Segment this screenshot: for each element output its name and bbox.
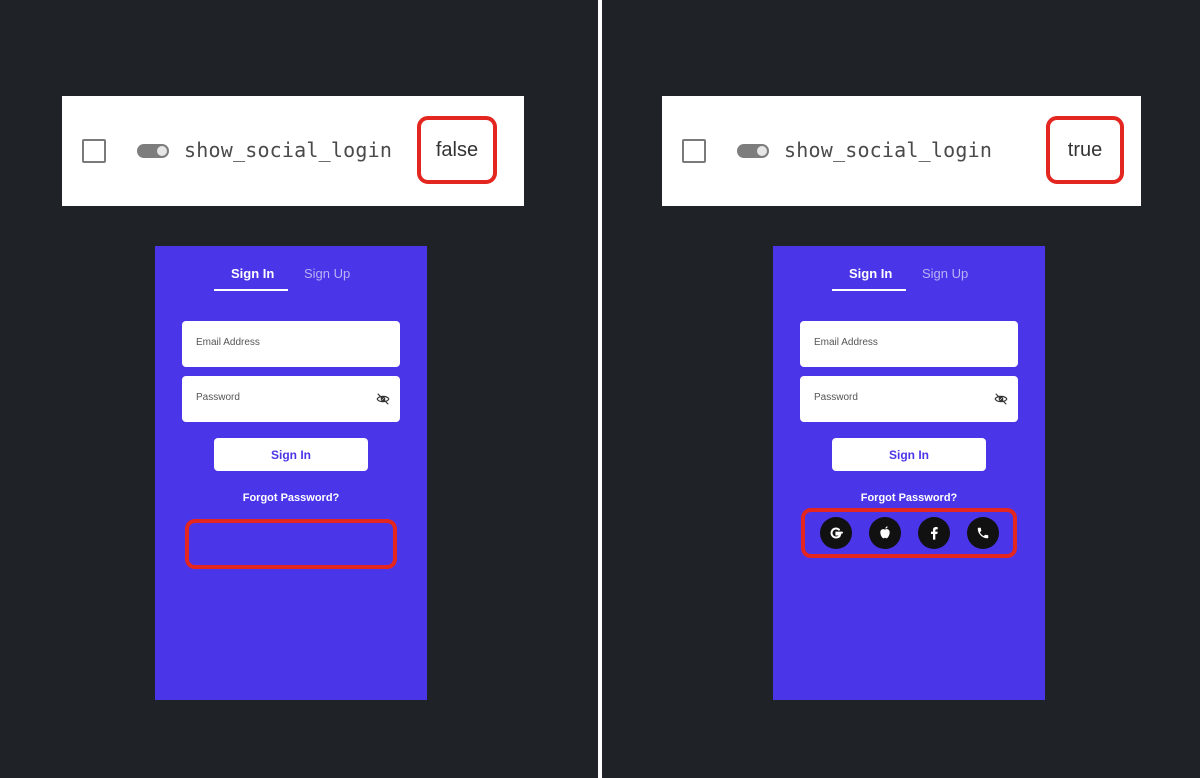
tab-sign-up[interactable]: Sign Up bbox=[922, 266, 968, 281]
apple-icon bbox=[879, 526, 890, 539]
phone-login-button[interactable] bbox=[966, 517, 999, 549]
tab-underline bbox=[832, 289, 906, 291]
phone-icon bbox=[977, 527, 988, 539]
tab-sign-up[interactable]: Sign Up bbox=[304, 266, 350, 281]
flag-checkbox[interactable] bbox=[82, 139, 106, 163]
email-placeholder: Email Address bbox=[814, 337, 878, 348]
eye-off-icon[interactable] bbox=[994, 392, 1008, 406]
toggle-knob bbox=[157, 146, 167, 156]
forgot-password-link[interactable]: Forgot Password? bbox=[155, 492, 427, 504]
tab-underline bbox=[214, 289, 288, 291]
password-placeholder: Password bbox=[814, 392, 858, 403]
flag-name: show_social_login bbox=[784, 138, 993, 162]
flag-value: false bbox=[435, 138, 479, 161]
flag-value: true bbox=[1067, 138, 1103, 161]
panel-flag-on: show_social_login true Sign In Sign Up E… bbox=[602, 0, 1200, 778]
flag-value-highlight: true bbox=[1046, 116, 1124, 184]
sign-in-button[interactable]: Sign In bbox=[832, 438, 986, 471]
sign-in-button[interactable]: Sign In bbox=[214, 438, 368, 471]
apple-login-button[interactable] bbox=[868, 517, 901, 549]
facebook-icon bbox=[930, 527, 938, 540]
social-login-highlight bbox=[801, 508, 1017, 558]
eye-off-icon[interactable] bbox=[376, 392, 390, 406]
tab-sign-in[interactable]: Sign In bbox=[849, 266, 892, 281]
password-placeholder: Password bbox=[196, 392, 240, 403]
flag-name: show_social_login bbox=[184, 138, 393, 162]
google-icon bbox=[830, 527, 843, 539]
google-login-button[interactable] bbox=[819, 517, 852, 549]
flag-checkbox[interactable] bbox=[682, 139, 706, 163]
forgot-password-link[interactable]: Forgot Password? bbox=[773, 492, 1045, 504]
tab-sign-in[interactable]: Sign In bbox=[231, 266, 274, 281]
phone-login-screen: Sign In Sign Up Email Address Password S… bbox=[155, 246, 427, 700]
password-field[interactable]: Password bbox=[182, 376, 400, 422]
email-field[interactable]: Email Address bbox=[800, 321, 1018, 367]
flag-value-highlight: false bbox=[417, 116, 497, 184]
social-login-buttons bbox=[805, 512, 1013, 554]
feature-flag-row: show_social_login true bbox=[662, 96, 1141, 206]
flag-toggle[interactable] bbox=[137, 144, 169, 158]
toggle-knob bbox=[757, 146, 767, 156]
phone-login-screen: Sign In Sign Up Email Address Password S… bbox=[773, 246, 1045, 700]
email-field[interactable]: Email Address bbox=[182, 321, 400, 367]
flag-toggle[interactable] bbox=[737, 144, 769, 158]
email-placeholder: Email Address bbox=[196, 337, 260, 348]
password-field[interactable]: Password bbox=[800, 376, 1018, 422]
panel-flag-off: show_social_login false Sign In Sign Up … bbox=[0, 0, 598, 778]
facebook-login-button[interactable] bbox=[917, 517, 950, 549]
social-login-highlight-empty bbox=[185, 519, 397, 569]
feature-flag-row: show_social_login false bbox=[62, 96, 524, 206]
